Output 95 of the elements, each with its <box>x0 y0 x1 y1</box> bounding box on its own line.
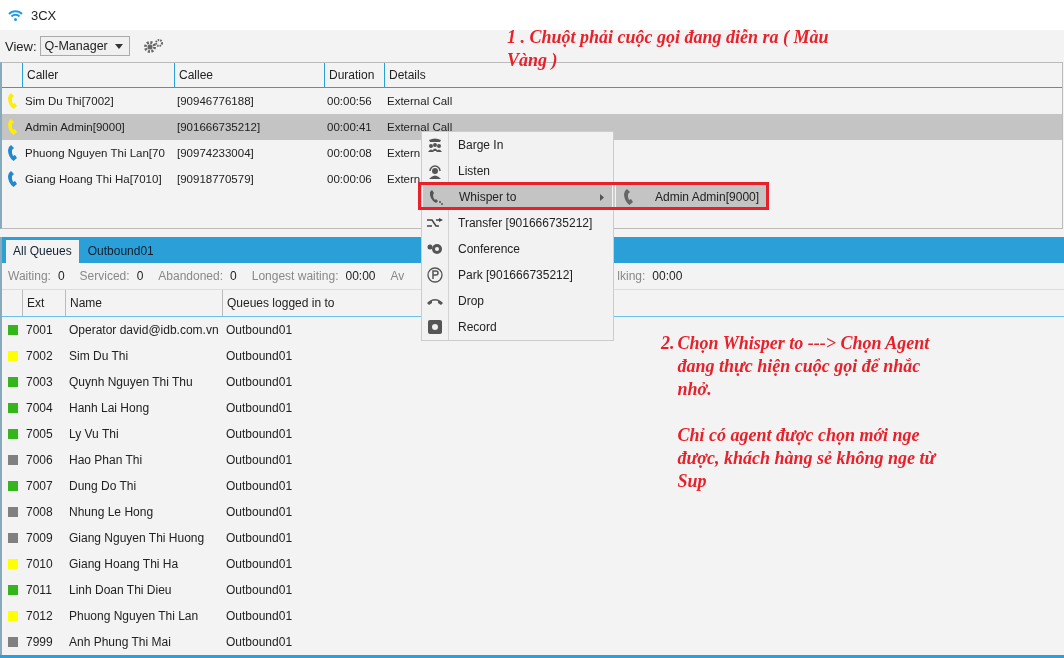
table-cell-text: Linh Doan Thi Dieu <box>68 583 172 597</box>
table-cell-text: Outbound01 <box>225 635 293 649</box>
people-icon <box>427 138 443 152</box>
queue-stat: Abandoned: 0 <box>158 269 237 283</box>
table-cell-text: 7003 <box>25 375 53 389</box>
table-cell-text: Hanh Lai Hong <box>68 401 150 415</box>
queue-tab[interactable]: All Queues <box>6 240 79 263</box>
table-cell-text: Extern <box>386 147 421 160</box>
table-cell-text: Admin Admin[9000] <box>24 121 126 134</box>
column-header[interactable]: Duration <box>324 63 384 88</box>
table-cell-text: [901666735212] <box>176 121 262 134</box>
menu-item[interactable]: Drop <box>422 288 613 314</box>
table-cell-text: 7007 <box>25 479 53 493</box>
table-cell-text: 7999 <box>25 635 53 649</box>
table-cell-text: 00:00:56 <box>326 95 373 108</box>
table-cell-text: Outbound01 <box>225 531 293 545</box>
submenu-arrow-icon <box>600 193 604 201</box>
menu-item[interactable]: Record <box>422 314 613 340</box>
table-cell-text: Extern <box>386 173 421 186</box>
table-cell-text: External Call <box>386 121 453 134</box>
table-cell-text: Outbound01 <box>225 557 293 571</box>
table-cell-text: 7010 <box>25 557 53 571</box>
queue-stat: Serviced: 0 <box>79 269 144 283</box>
queue-stat: Longest waiting: 00:00 <box>251 269 376 283</box>
table-cell-text: 7011 <box>25 583 52 597</box>
queue-stat: Waiting: 0 <box>8 269 65 283</box>
queue-stat: lking: 00:00 <box>617 269 683 283</box>
table-cell-text: [90946776188] <box>176 95 255 108</box>
table-cell-text: External Call <box>386 95 453 108</box>
queue-tab[interactable]: Outbound01 <box>80 240 161 263</box>
table-cell-text: Quynh Nguyen Thi Thu <box>68 375 193 389</box>
table-cell-text: Outbound01 <box>225 453 293 467</box>
table-cell-text: Outbound01 <box>225 401 293 415</box>
view-dropdown[interactable]: Q-Manager <box>39 36 130 57</box>
table-cell-text: Outbound01 <box>225 583 293 597</box>
menu-item[interactable]: Listen <box>422 158 613 184</box>
table-cell-text: [90918770579] <box>176 173 255 186</box>
phone-icon <box>624 188 633 205</box>
table-cell-text: Phuong Nguyen Thi Lan[70 <box>24 147 166 160</box>
call-row[interactable]: Admin Admin[9000] [901666735212] 00:00:41 External Call <box>2 114 1062 141</box>
annotation-text: Chọn Whisper to ---> Chọn Agent đang thực hiện cuộc gọi để nhắc nhở. <box>677 332 931 401</box>
column-header[interactable]: Caller <box>22 63 174 88</box>
table-cell-text: 00:00:41 <box>326 121 373 134</box>
table-cell-text: Giang Hoang Thi Ha[7010] <box>24 173 163 186</box>
table-cell-text: Outbound01 <box>225 505 293 519</box>
column-header[interactable]: Name <box>65 290 222 316</box>
table-cell-text: Outbound01 <box>225 375 293 389</box>
wifi-icon <box>8 9 23 21</box>
gears-icon[interactable] <box>142 39 164 54</box>
table-cell-text: Sim Du Thi[7002] <box>24 95 115 108</box>
table-cell-text: Sim Du Thi <box>68 349 129 363</box>
table-cell-text: 7006 <box>25 453 53 467</box>
annotation-text: Chỉ có agent được chọn mới nge được, khách hàng sẻ không nge từ Sup <box>677 424 938 493</box>
annotation-number: 2. <box>661 332 675 355</box>
phone-dots-icon <box>428 189 444 205</box>
table-cell-text: 7008 <box>25 505 53 519</box>
table-cell-text: Phuong Nguyen Thi Lan <box>68 609 199 623</box>
table-cell-text: Outbound01 <box>225 427 293 441</box>
table-cell-text: Outbound01 <box>225 609 293 623</box>
table-cell-text: 7005 <box>25 427 53 441</box>
table-cell-text: Outbound01 <box>225 349 293 363</box>
table-cell-text: Outbound01 <box>225 323 293 337</box>
table-cell-text: 00:00:06 <box>326 173 373 186</box>
menu-item[interactable]: Admin Admin[9000] <box>616 185 766 208</box>
window-title: 3CX <box>31 7 57 23</box>
table-cell-text: 7002 <box>25 349 53 363</box>
chat-bubbles-icon <box>427 243 443 255</box>
table-cell-text: 7001 <box>25 323 53 337</box>
table-cell-text: Ly Vu Thi <box>68 427 119 441</box>
table-cell-text: Dung Do Thi <box>68 479 137 493</box>
table-cell-text: Operator david@idb.com.vn <box>68 323 219 337</box>
hang-up-icon <box>427 297 443 305</box>
queue-stat: Av <box>390 269 405 283</box>
column-header[interactable]: Ext <box>22 290 65 316</box>
table-cell-text: Nhung Le Hong <box>68 505 154 519</box>
record-icon <box>428 320 442 334</box>
table-cell-text: 7009 <box>25 531 53 545</box>
table-cell-text: 7004 <box>25 401 53 415</box>
menu-item[interactable]: Transfer [901666735212] <box>422 210 613 236</box>
table-cell-text: 00:00:08 <box>326 147 373 160</box>
transfer-icon <box>427 218 443 228</box>
table-cell-text: 7012 <box>25 609 53 623</box>
table-cell-text: Hao Phan Thi <box>68 453 143 467</box>
table-cell-text: Giang Nguyen Thi Huong <box>68 531 205 545</box>
table-cell-text: Giang Hoang Thi Ha <box>68 557 179 571</box>
column-header[interactable]: Callee <box>174 63 324 88</box>
view-label: View: <box>5 38 37 54</box>
table-cell-text: [90974233004] <box>176 147 255 160</box>
caret-icon <box>114 43 123 49</box>
menu-item[interactable]: Park [901666735212] <box>422 262 613 288</box>
menu-item[interactable]: Conference <box>422 236 613 262</box>
table-cell-text: Anh Phung Thi Mai <box>68 635 171 649</box>
table-cell-text: Outbound01 <box>225 479 293 493</box>
headset-icon <box>428 163 442 179</box>
parking-icon <box>427 267 443 283</box>
